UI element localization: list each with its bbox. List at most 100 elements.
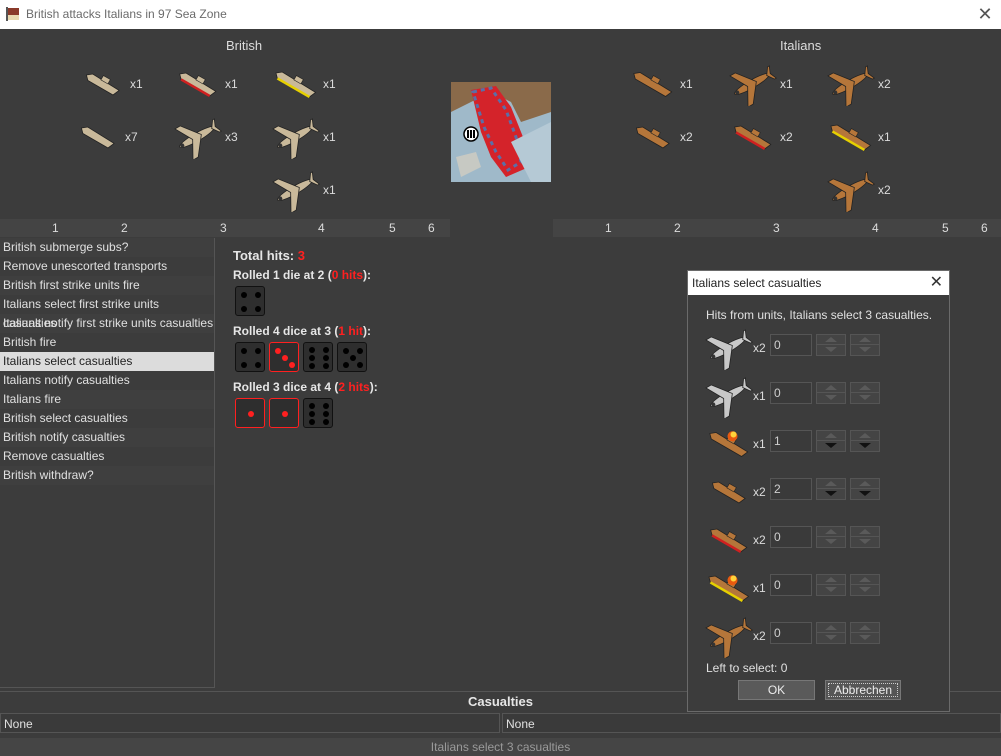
bomber-icon xyxy=(705,377,753,418)
title-bar: British attacks Italians in 97 Sea Zone … xyxy=(0,0,1001,29)
increment-arrow-icon[interactable] xyxy=(817,575,845,585)
increment-arrow-icon[interactable] xyxy=(817,431,845,441)
unit-count: x2 xyxy=(680,130,693,144)
battle-step-item[interactable]: British submerge subs? xyxy=(0,238,214,257)
max-spinner[interactable] xyxy=(850,574,880,596)
decrement-arrow-icon[interactable] xyxy=(851,585,879,595)
unit-count: x2 xyxy=(780,130,793,144)
battle-step-item[interactable]: Remove unescorted transports xyxy=(0,257,214,276)
battle-step-item[interactable]: Italians select casualties xyxy=(0,352,214,371)
increment-arrow-icon[interactable] xyxy=(817,335,845,345)
status-bar: Italians select 3 casualties xyxy=(0,738,1001,756)
step-spinner[interactable] xyxy=(816,382,846,404)
max-spinner[interactable] xyxy=(850,430,880,452)
increment-arrow-icon[interactable] xyxy=(851,383,879,393)
battle-step-item[interactable]: Italians fire xyxy=(0,390,214,409)
destroyer-icon xyxy=(85,73,120,96)
decrement-arrow-icon[interactable] xyxy=(817,345,845,355)
max-spinner[interactable] xyxy=(850,622,880,644)
step-spinner[interactable] xyxy=(816,430,846,452)
battle-step-item[interactable]: Italians select first strike units casua… xyxy=(0,295,214,330)
step-spinner[interactable] xyxy=(816,478,846,500)
step-spinner[interactable] xyxy=(816,526,846,548)
cruiser-icon xyxy=(710,528,748,554)
unit-count: x1 xyxy=(323,77,336,91)
italian-unit-destroyer: x2 xyxy=(627,115,707,165)
decrement-arrow-icon[interactable] xyxy=(851,633,879,643)
dialog-instruction: Hits from units, Italians select 3 casua… xyxy=(706,308,933,322)
unit-count: x2 xyxy=(753,341,766,355)
roll-label: Rolled 4 dice at 3 (1 hit): xyxy=(233,324,372,338)
step-spinner[interactable] xyxy=(816,622,846,644)
casualty-count-input[interactable] xyxy=(770,334,812,356)
casualty-count-input[interactable] xyxy=(770,478,812,500)
italian-number-row: 1 2 3 4 5 6 xyxy=(553,219,1001,237)
max-spinner[interactable] xyxy=(850,382,880,404)
decrement-arrow-icon[interactable] xyxy=(851,393,879,403)
increment-arrow-icon[interactable] xyxy=(817,527,845,537)
step-spinner[interactable] xyxy=(816,334,846,356)
battle-step-item[interactable]: Remove casualties xyxy=(0,447,214,466)
max-spinner[interactable] xyxy=(850,478,880,500)
cancel-button[interactable]: Abbrechen xyxy=(825,680,901,700)
battle-step-item[interactable]: British first strike units fire xyxy=(0,276,214,295)
die-value-label: 2 xyxy=(674,221,681,235)
battle-step-item[interactable]: British select casualties xyxy=(0,409,214,428)
unit-count: x1 xyxy=(323,183,336,197)
increment-arrow-icon[interactable] xyxy=(817,623,845,633)
decrement-arrow-icon[interactable] xyxy=(851,489,879,499)
increment-arrow-icon[interactable] xyxy=(851,575,879,585)
unit-count: x7 xyxy=(125,130,138,144)
ok-button[interactable]: OK xyxy=(738,680,815,700)
increment-arrow-icon[interactable] xyxy=(817,479,845,489)
increment-arrow-icon[interactable] xyxy=(817,383,845,393)
battle-step-item[interactable]: Italians notify first strike units casua… xyxy=(0,314,214,333)
increment-arrow-icon[interactable] xyxy=(851,479,879,489)
increment-arrow-icon[interactable] xyxy=(851,623,879,633)
battle-step-item[interactable]: British fire xyxy=(0,333,214,352)
close-icon[interactable]: ✕ xyxy=(930,272,943,292)
close-icon[interactable]: ✕ xyxy=(973,2,997,26)
british-casualties: None xyxy=(0,713,500,733)
casualty-row: x2 xyxy=(703,470,883,514)
casualty-count-input[interactable] xyxy=(770,526,812,548)
decrement-arrow-icon[interactable] xyxy=(817,633,845,643)
decrement-arrow-icon[interactable] xyxy=(851,537,879,547)
british-label: British xyxy=(226,38,263,53)
decrement-arrow-icon[interactable] xyxy=(817,393,845,403)
destroyer-icon xyxy=(635,126,670,149)
british-unit-battleship: x1 xyxy=(270,62,350,112)
max-spinner[interactable] xyxy=(850,334,880,356)
british-unit-submarine: x7 xyxy=(72,115,152,165)
increment-arrow-icon[interactable] xyxy=(851,527,879,537)
increment-arrow-icon[interactable] xyxy=(851,431,879,441)
increment-arrow-icon[interactable] xyxy=(851,335,879,345)
casualty-count-input[interactable] xyxy=(770,382,812,404)
decrement-arrow-icon[interactable] xyxy=(851,441,879,451)
die-value-label: 1 xyxy=(52,221,59,235)
damaged-battleship-icon xyxy=(708,575,750,603)
decrement-arrow-icon[interactable] xyxy=(851,345,879,355)
die-face xyxy=(303,398,333,428)
destroyer-icon xyxy=(711,481,746,504)
unit-count: x1 xyxy=(130,77,143,91)
max-spinner[interactable] xyxy=(850,526,880,548)
unit-count: x2 xyxy=(878,183,891,197)
decrement-arrow-icon[interactable] xyxy=(817,537,845,547)
battle-step-item[interactable]: Italians notify casualties xyxy=(0,371,214,390)
die-face xyxy=(235,342,265,372)
decrement-arrow-icon[interactable] xyxy=(817,489,845,499)
casualty-count-input[interactable] xyxy=(770,574,812,596)
italian-casualties: None xyxy=(502,713,1001,733)
battle-step-item[interactable]: British notify casualties xyxy=(0,428,214,447)
roll-label: Rolled 3 dice at 4 (2 hits): xyxy=(233,380,378,394)
decrement-arrow-icon[interactable] xyxy=(817,585,845,595)
die-value-label: 6 xyxy=(428,221,435,235)
decrement-arrow-icon[interactable] xyxy=(817,441,845,451)
step-spinner[interactable] xyxy=(816,574,846,596)
battle-step-item[interactable]: British withdraw? xyxy=(0,466,214,485)
unit-count: x2 xyxy=(878,77,891,91)
select-casualties-dialog: Italians select casualties ✕ Hits from u… xyxy=(687,270,950,712)
casualty-count-input[interactable] xyxy=(770,622,812,644)
casualty-count-input[interactable] xyxy=(770,430,812,452)
